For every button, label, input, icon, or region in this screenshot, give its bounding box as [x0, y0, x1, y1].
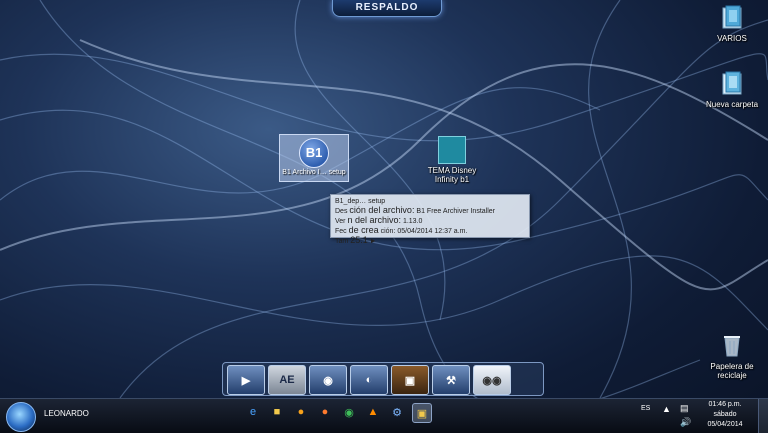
taskbar-pinned-apps: e ■ ● ● ◉ ▲ ⚙ ▣	[244, 403, 432, 423]
clock-time: 01:46 p.m.	[708, 401, 742, 408]
desktop-icon-label: B1 Archivo I… setup	[282, 169, 346, 176]
folder-icon	[722, 5, 742, 29]
file-info-tooltip: B1_dep… setup Des ción del archivo: B1 F…	[330, 194, 530, 245]
clock-date: 05/04/2014	[707, 421, 743, 428]
folder-icon[interactable]: ■	[268, 403, 286, 421]
desktop-icon-nueva-carpeta[interactable]: Nueva carpeta	[700, 70, 764, 109]
folder-icon	[722, 71, 742, 95]
dock-cinema4d-icon[interactable]: ◐	[350, 365, 388, 395]
dock-camera-icon[interactable]: ◉	[309, 365, 347, 395]
internet-explorer-icon[interactable]: e	[244, 403, 262, 421]
media-icon[interactable]: ●	[292, 403, 310, 421]
language-indicator[interactable]: ES	[641, 405, 650, 412]
recycle-bin-icon	[724, 336, 740, 357]
system-clock[interactable]: 01:46 p.m. sábado 05/04/2014	[700, 400, 750, 430]
tooltip-line-size: Tam 25.1 ►	[335, 235, 377, 246]
dock-tools-icon[interactable]: ⚒	[432, 365, 470, 395]
mouse-cursor-icon: ►	[369, 238, 377, 245]
desktop-icon-varios[interactable]: VARIOS	[704, 4, 760, 43]
theme-file-icon	[438, 136, 466, 164]
desktop-icon-label: TEMA Disney Infinity b1	[427, 166, 477, 184]
windows-orb-icon[interactable]	[6, 402, 36, 432]
dock-after-effects-icon[interactable]: AE	[268, 365, 306, 395]
show-desktop-button[interactable]	[758, 399, 768, 433]
dock-media-player-icon[interactable]: ▶	[227, 365, 265, 395]
network-icon[interactable]: ▤	[680, 403, 689, 414]
dock-bar: ▶ AE ◉ ◐ ▣ ⚒ ◉◉	[222, 362, 544, 396]
user-name: LEONARDO	[44, 409, 89, 418]
desktop-icon-label: Nueva carpeta	[705, 100, 759, 109]
desktop-icon-tema-disney[interactable]: TEMA Disney Infinity b1	[422, 136, 482, 184]
dock-video-editor-icon[interactable]: ▣	[391, 365, 429, 395]
settings-icon[interactable]: ⚙	[388, 403, 406, 421]
active-window-icon[interactable]: ▣	[412, 403, 432, 423]
taskbar: LEONARDO e ■ ● ● ◉ ▲ ⚙ ▣ ES ▲ ▤ 🔊 01:46 …	[0, 398, 768, 433]
clock-day: sábado	[713, 411, 737, 418]
desktop-icon-papelera[interactable]: Papelera de reciclaje	[702, 332, 762, 380]
desktop-icon-label: Papelera de reciclaje	[710, 362, 754, 380]
vlc-icon[interactable]: ▲	[364, 403, 382, 421]
desktop-icon-label: VARIOS	[717, 34, 747, 43]
firefox-icon[interactable]: ●	[316, 403, 334, 421]
dock-gamepad-icon[interactable]: ◉◉	[473, 365, 511, 395]
volume-icon[interactable]: 🔊	[680, 417, 691, 428]
chrome-icon[interactable]: ◉	[340, 403, 358, 421]
respaldo-banner[interactable]: RESPALDO	[332, 0, 442, 17]
b1-archiver-icon: B1	[299, 138, 329, 168]
desktop-icon-b1-archiver[interactable]: B1 B1 Archivo I… setup	[279, 134, 349, 182]
tray-arrow-icon[interactable]: ▲	[662, 404, 671, 414]
